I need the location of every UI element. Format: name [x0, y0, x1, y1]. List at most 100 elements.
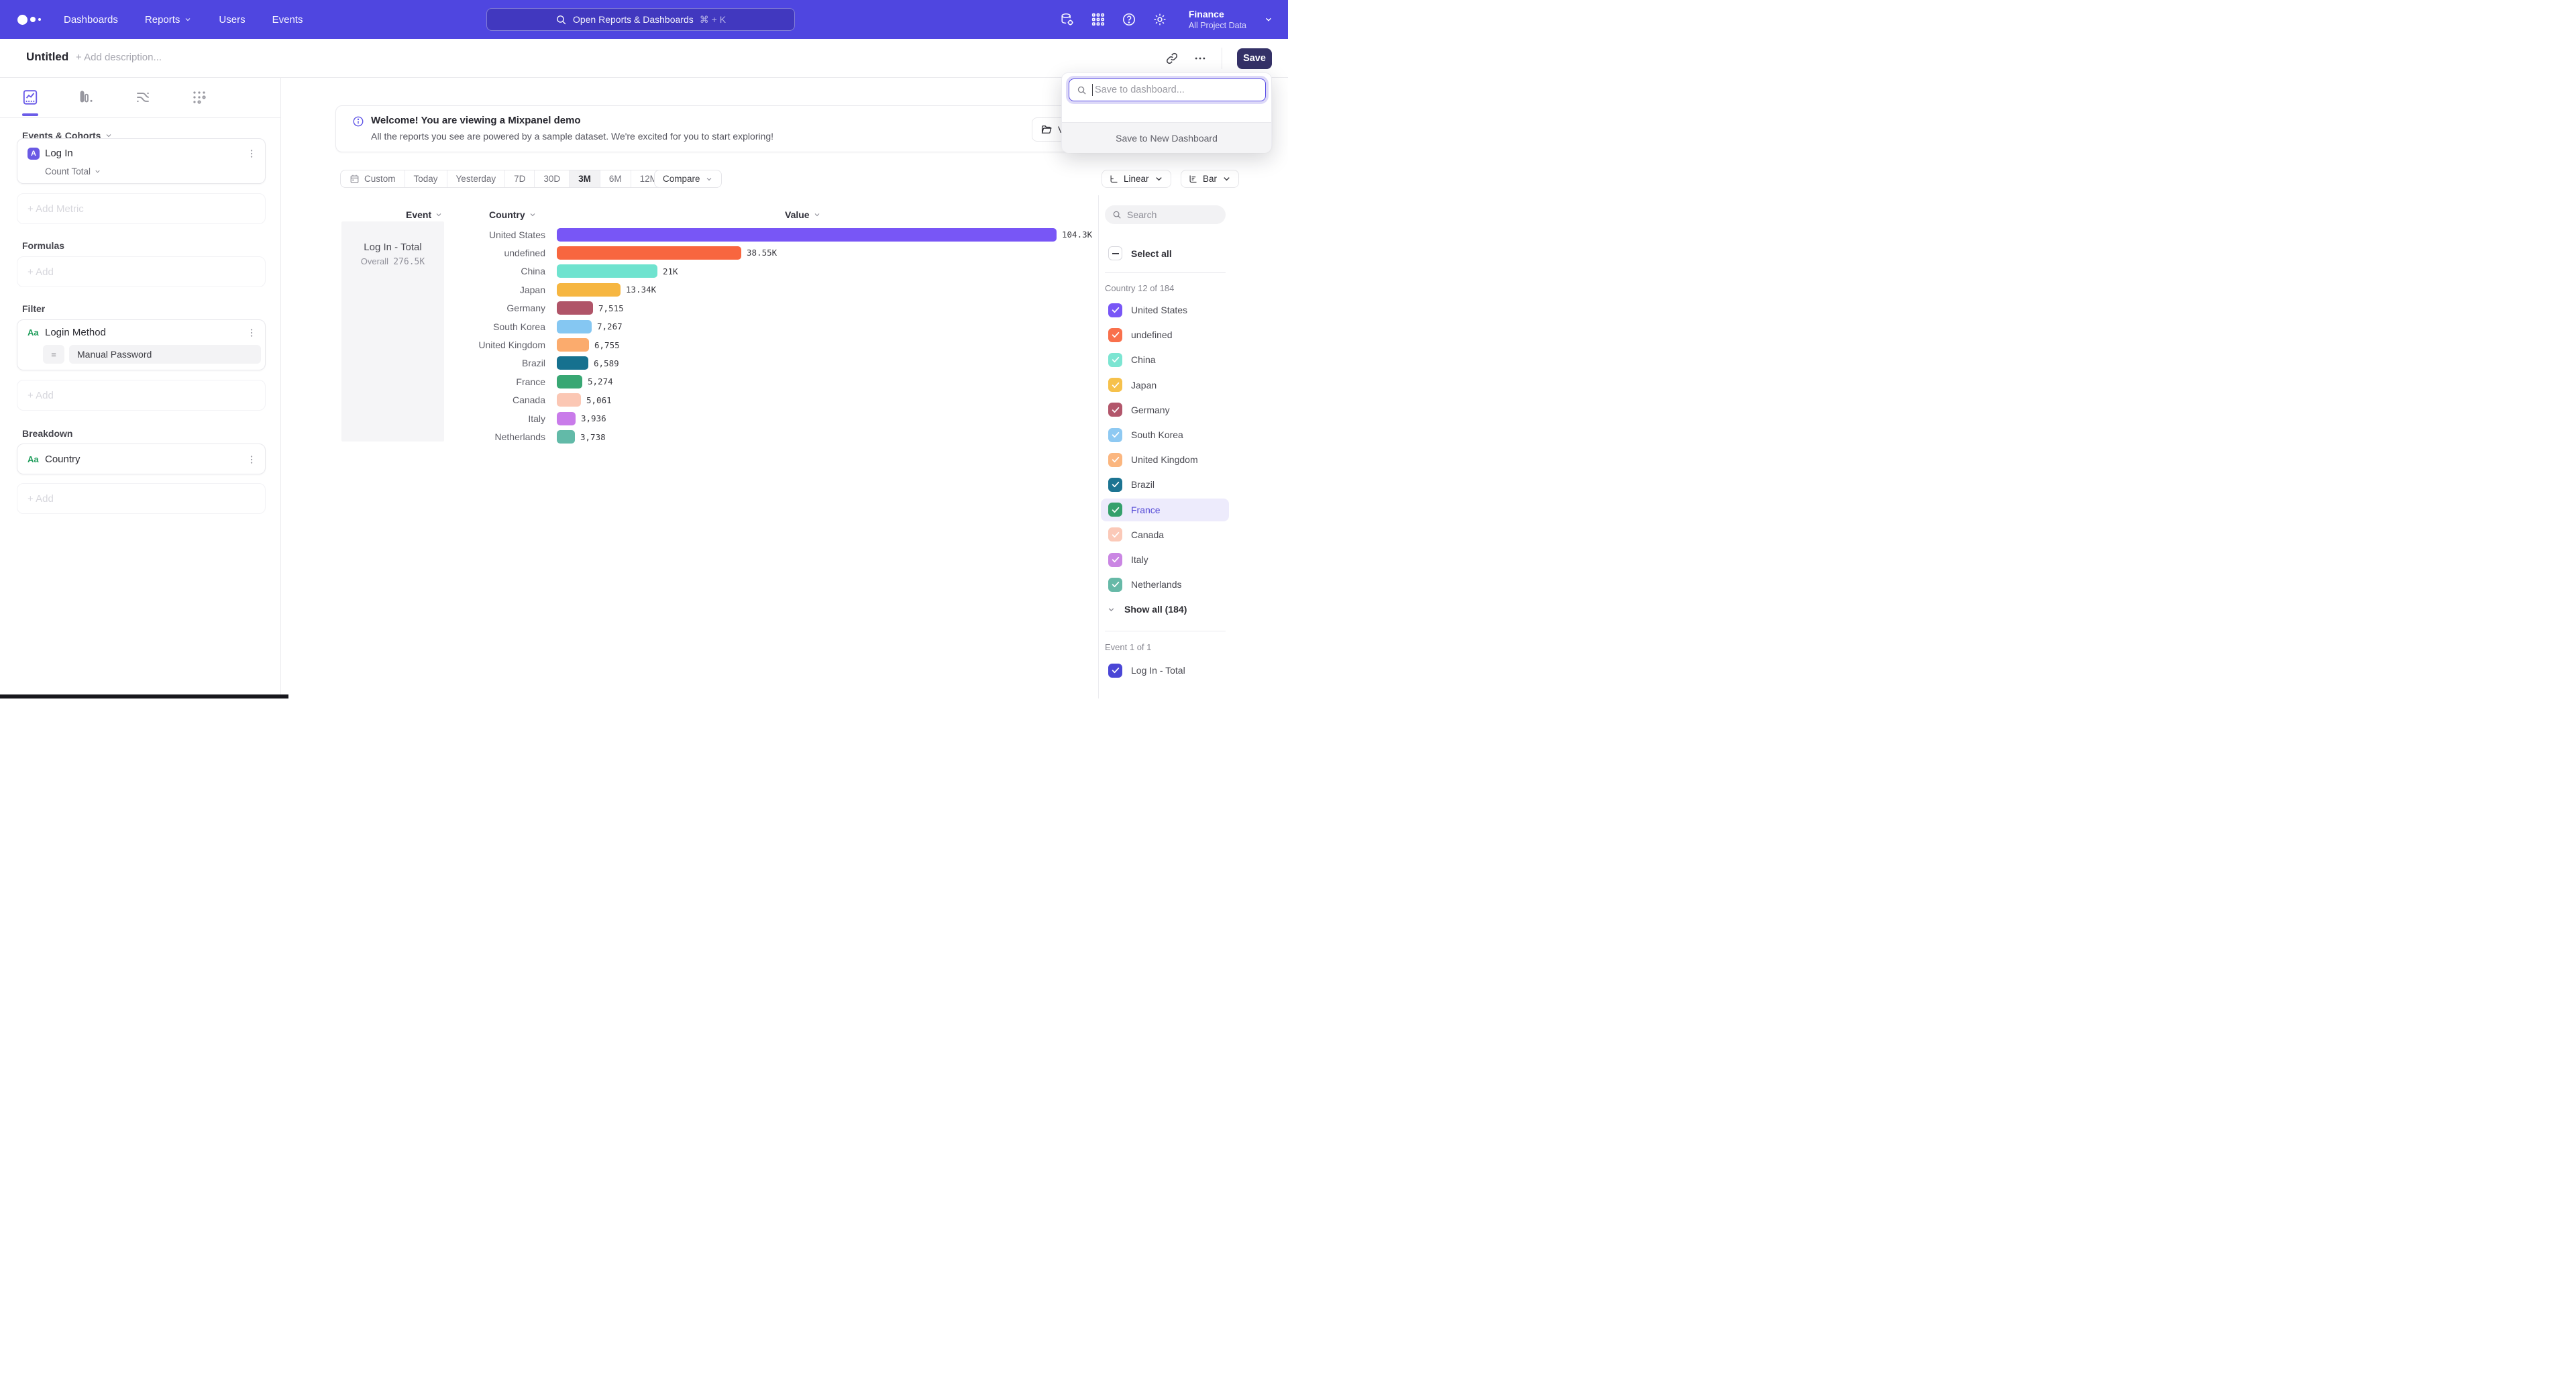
legend-checkbox[interactable] — [1108, 428, 1122, 442]
bar-segment[interactable] — [557, 246, 741, 260]
legend-checkbox[interactable] — [1108, 478, 1122, 492]
nav-item-users[interactable]: Users — [219, 14, 245, 25]
breakdown-property-name[interactable]: Country — [45, 454, 80, 465]
metric-card-log-in[interactable]: A Log In Count Total — [17, 138, 266, 184]
range-3m[interactable]: 3M — [570, 170, 600, 187]
filter-value[interactable]: Manual Password — [69, 345, 261, 364]
legend-row-log-in---total[interactable]: Log In - Total — [1101, 659, 1229, 682]
legend-row-france[interactable]: France — [1101, 499, 1229, 521]
primary-nav: Dashboards Reports Users Events — [64, 14, 303, 25]
legend-row-south-korea[interactable]: South Korea — [1101, 423, 1229, 446]
save-button[interactable]: Save — [1237, 48, 1272, 69]
filter-card-login-method[interactable]: Aa Login Method = Manual Password — [17, 319, 266, 370]
bar-segment[interactable] — [557, 228, 1057, 242]
select-all-row[interactable]: Select all — [1108, 246, 1172, 260]
kebab-menu-icon[interactable] — [246, 148, 257, 159]
range-7d[interactable]: 7D — [505, 170, 535, 187]
nav-item-reports[interactable]: Reports — [145, 14, 193, 25]
tab-insights-icon[interactable] — [21, 89, 39, 106]
select-all-checkbox[interactable] — [1108, 246, 1122, 260]
add-breakdown-placeholder[interactable]: + Add — [17, 483, 266, 514]
bar-segment[interactable] — [557, 430, 575, 444]
nav-item-events[interactable]: Events — [272, 14, 303, 25]
legend-checkbox[interactable] — [1108, 403, 1122, 417]
legend-row-germany[interactable]: Germany — [1101, 399, 1229, 421]
legend-checkbox[interactable] — [1108, 303, 1122, 317]
legend-checkbox[interactable] — [1108, 578, 1122, 592]
legend-checkbox[interactable] — [1108, 664, 1122, 678]
bar-segment[interactable] — [557, 338, 589, 352]
legend-row-japan[interactable]: Japan — [1101, 374, 1229, 397]
calendar-icon — [350, 174, 360, 184]
add-metric-placeholder[interactable]: + Add Metric — [17, 193, 266, 224]
chevron-down-icon — [813, 211, 821, 219]
settings-gear-icon[interactable] — [1152, 12, 1167, 27]
bar-segment[interactable] — [557, 375, 582, 389]
range-today[interactable]: Today — [405, 170, 447, 187]
range-custom[interactable]: Custom — [341, 170, 405, 187]
legend-row-canada[interactable]: Canada — [1101, 523, 1229, 546]
bar-value: 104.3K — [1062, 229, 1092, 240]
filter-property-name[interactable]: Login Method — [45, 327, 106, 338]
legend-row-italy[interactable]: Italy — [1101, 548, 1229, 571]
legend-checkbox[interactable] — [1108, 553, 1122, 567]
bar-segment[interactable] — [557, 393, 581, 407]
bar-segment[interactable] — [557, 264, 657, 278]
legend-checkbox[interactable] — [1108, 378, 1122, 392]
help-icon[interactable] — [1122, 12, 1136, 27]
legend-checkbox[interactable] — [1108, 453, 1122, 467]
bar-segment[interactable] — [557, 356, 588, 370]
bar-segment[interactable] — [557, 320, 592, 333]
chart-row-france: France5,274 — [281, 372, 1086, 391]
bar-label: Brazil — [522, 358, 545, 368]
project-switcher[interactable]: Finance All Project Data — [1189, 9, 1273, 31]
save-to-new-dashboard-button[interactable]: Save to New Dashboard — [1062, 122, 1271, 153]
legend-checkbox[interactable] — [1108, 527, 1122, 541]
active-tab-indicator — [22, 113, 38, 116]
filter-operator[interactable]: = — [43, 345, 64, 364]
legend-search-input[interactable]: Search — [1105, 205, 1226, 224]
range-6m[interactable]: 6M — [600, 170, 631, 187]
breakdown-card-country[interactable]: Aa Country — [17, 444, 266, 474]
column-header-value[interactable]: Value — [785, 209, 821, 220]
more-options-icon[interactable] — [1193, 52, 1207, 65]
report-title[interactable]: Untitled — [26, 50, 68, 64]
show-all-toggle[interactable]: Show all (184) — [1107, 604, 1187, 615]
bar-segment[interactable] — [557, 301, 593, 315]
legend-row-united-kingdom[interactable]: United Kingdom — [1101, 448, 1229, 471]
add-formula-placeholder[interactable]: + Add — [17, 256, 266, 287]
metric-event-name[interactable]: Log In — [45, 148, 73, 159]
bar-segment[interactable] — [557, 283, 621, 297]
legend-checkbox[interactable] — [1108, 328, 1122, 342]
mixpanel-logo-icon[interactable] — [17, 15, 41, 25]
compare-button[interactable]: Compare — [654, 170, 722, 188]
nav-item-dashboards[interactable]: Dashboards — [64, 14, 118, 25]
bar-segment[interactable] — [557, 412, 576, 425]
legend-row-brazil[interactable]: Brazil — [1101, 473, 1229, 496]
tab-flows-icon[interactable] — [134, 89, 152, 106]
legend-row-undefined[interactable]: undefined — [1101, 323, 1229, 346]
legend-row-united-states[interactable]: United States — [1101, 299, 1229, 321]
global-search-input[interactable]: Open Reports & Dashboards ⌘ + K — [486, 8, 795, 31]
kebab-menu-icon[interactable] — [246, 454, 257, 465]
add-filter-placeholder[interactable]: + Add — [17, 380, 266, 411]
text-caret — [1092, 84, 1093, 96]
apps-grid-icon[interactable] — [1091, 12, 1106, 27]
kebab-menu-icon[interactable] — [246, 327, 257, 338]
legend-row-netherlands[interactable]: Netherlands — [1101, 573, 1229, 596]
column-header-event[interactable]: Event — [406, 209, 443, 220]
tab-retention-icon[interactable] — [191, 89, 208, 106]
legend-checkbox[interactable] — [1108, 503, 1122, 517]
bar-value: 5,274 — [588, 376, 613, 386]
legend-row-china[interactable]: China — [1101, 348, 1229, 371]
range-30d[interactable]: 30D — [535, 170, 570, 187]
legend-checkbox[interactable] — [1108, 353, 1122, 367]
add-description-placeholder[interactable]: + Add description... — [76, 52, 162, 63]
range-yesterday[interactable]: Yesterday — [447, 170, 506, 187]
tab-funnels-icon[interactable] — [78, 89, 95, 106]
column-header-country[interactable]: Country — [489, 209, 537, 220]
copy-link-icon[interactable] — [1165, 52, 1179, 65]
aggregation-dropdown[interactable]: Count Total — [45, 166, 101, 176]
save-to-dashboard-input[interactable]: Save to dashboard... — [1069, 79, 1266, 101]
data-management-icon[interactable] — [1060, 12, 1075, 27]
